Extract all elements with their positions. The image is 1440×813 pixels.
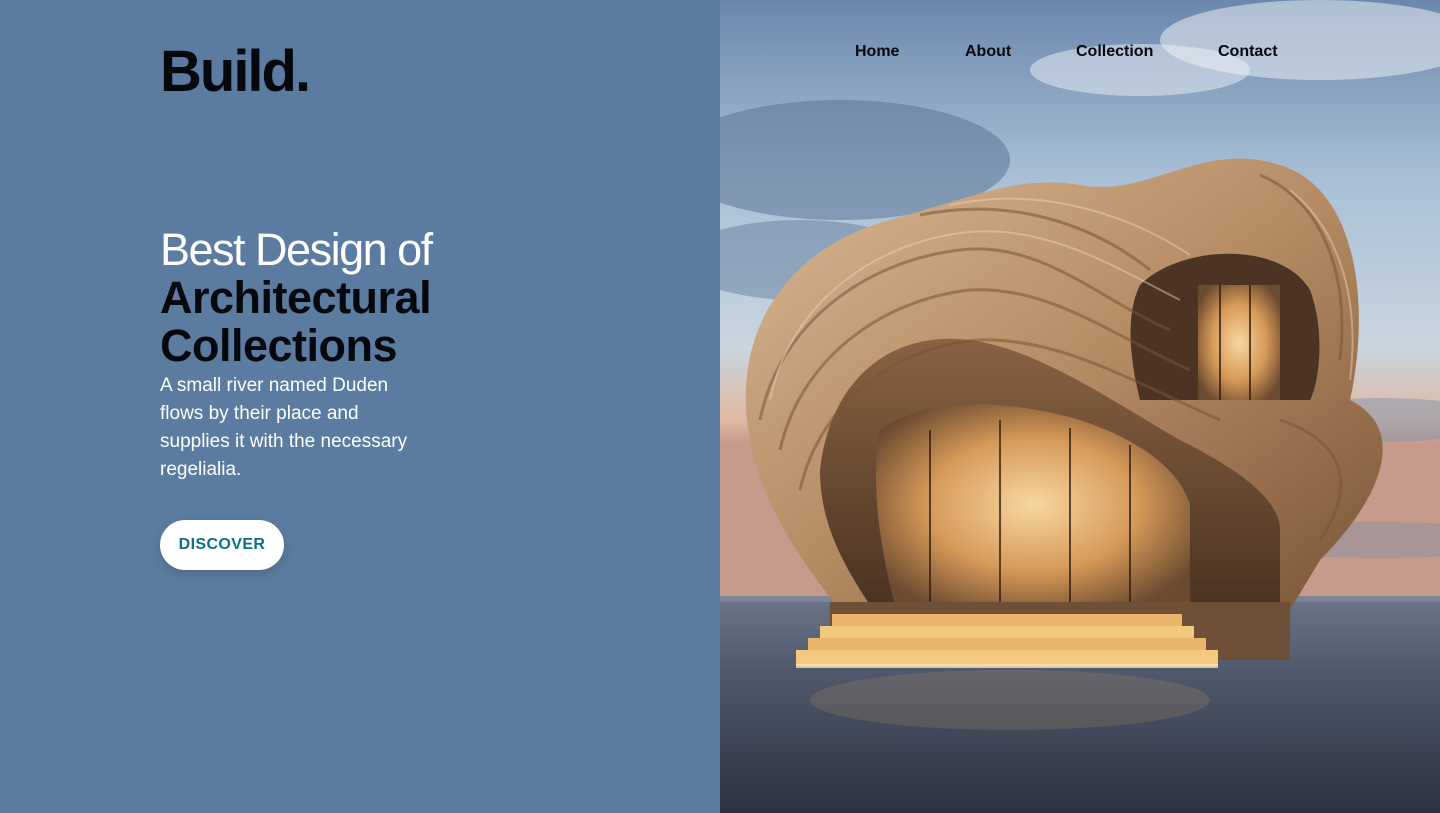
hero-title: Best Design of Architectural Collections — [160, 226, 600, 370]
hero-section: Best Design of Architectural Collections… — [160, 226, 600, 484]
hero-title-light: Best Design of — [160, 224, 433, 275]
hero-title-bold-line2: Collections — [160, 320, 398, 371]
nav-link-contact[interactable]: Contact — [1218, 42, 1278, 62]
nav-link-home[interactable]: Home — [855, 42, 899, 62]
architecture-photo — [720, 0, 1440, 813]
discover-button[interactable]: DISCOVER — [160, 520, 284, 570]
nav-link-about[interactable]: About — [965, 42, 1011, 62]
brand-logo[interactable]: Build. — [160, 40, 311, 104]
hero-title-bold-line1: Architectural — [160, 272, 432, 323]
left-panel: Build. Best Design of Architectural Coll… — [0, 0, 720, 813]
nav-link-collection[interactable]: Collection — [1076, 42, 1153, 62]
hero-image-panel: Home About Collection Contact — [720, 0, 1440, 813]
hero-description: A small river named Duden flows by their… — [160, 375, 408, 480]
